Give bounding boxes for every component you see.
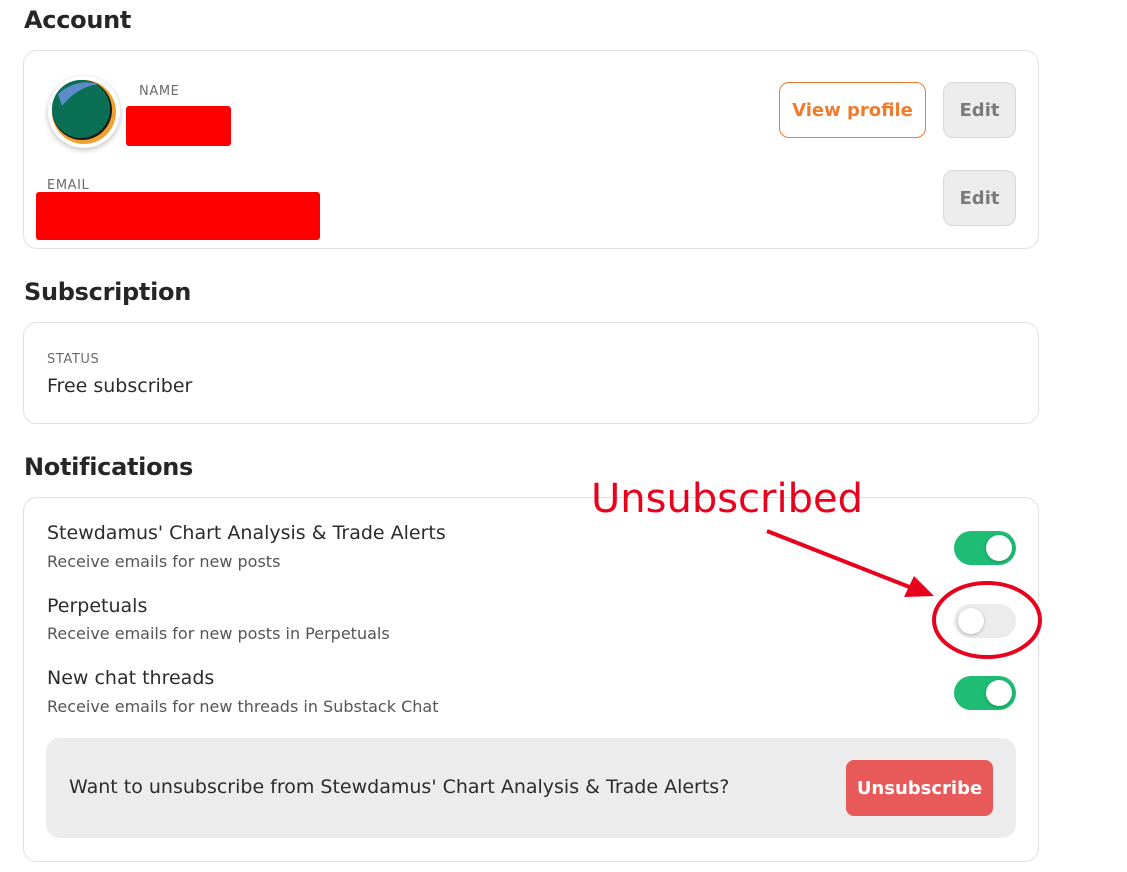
toggle-knob bbox=[986, 680, 1012, 706]
redacted-name bbox=[126, 106, 231, 146]
view-profile-button[interactable]: View profile bbox=[779, 82, 926, 138]
unsubscribe-prompt: Want to unsubscribe from Stewdamus' Char… bbox=[69, 776, 730, 798]
toggle-knob bbox=[986, 535, 1012, 561]
notification-subtitle-main: Receive emails for new posts bbox=[47, 552, 281, 571]
toggle-perpetuals[interactable] bbox=[954, 604, 1016, 638]
name-label: NAME bbox=[139, 84, 180, 99]
status-label: STATUS bbox=[47, 352, 100, 367]
settings-page: Account NAME View profile Edit EMAIL Edi… bbox=[0, 0, 1127, 872]
toggle-chat-threads[interactable] bbox=[954, 676, 1016, 710]
notification-title-perpetuals: Perpetuals bbox=[47, 595, 148, 617]
edit-name-button[interactable]: Edit bbox=[943, 82, 1016, 138]
notification-title-main: Stewdamus' Chart Analysis & Trade Alerts bbox=[47, 522, 446, 544]
status-value: Free subscriber bbox=[47, 375, 193, 397]
subscription-card bbox=[23, 322, 1039, 424]
subscription-heading: Subscription bbox=[24, 278, 191, 306]
notification-title-chat: New chat threads bbox=[47, 667, 215, 689]
edit-email-button[interactable]: Edit bbox=[943, 170, 1016, 226]
toggle-main-posts[interactable] bbox=[954, 531, 1016, 565]
avatar bbox=[48, 76, 120, 148]
notifications-heading: Notifications bbox=[24, 453, 194, 481]
toggle-knob bbox=[958, 608, 984, 634]
redacted-email bbox=[36, 192, 320, 240]
notification-subtitle-perpetuals: Receive emails for new posts in Perpetua… bbox=[47, 624, 390, 643]
notification-subtitle-chat: Receive emails for new threads in Substa… bbox=[47, 697, 439, 716]
email-label: EMAIL bbox=[47, 178, 90, 193]
unsubscribe-button[interactable]: Unsubscribe bbox=[846, 760, 993, 816]
annotation-label: Unsubscribed bbox=[591, 476, 863, 522]
avatar-logo-icon bbox=[52, 80, 116, 144]
account-heading: Account bbox=[24, 6, 132, 34]
